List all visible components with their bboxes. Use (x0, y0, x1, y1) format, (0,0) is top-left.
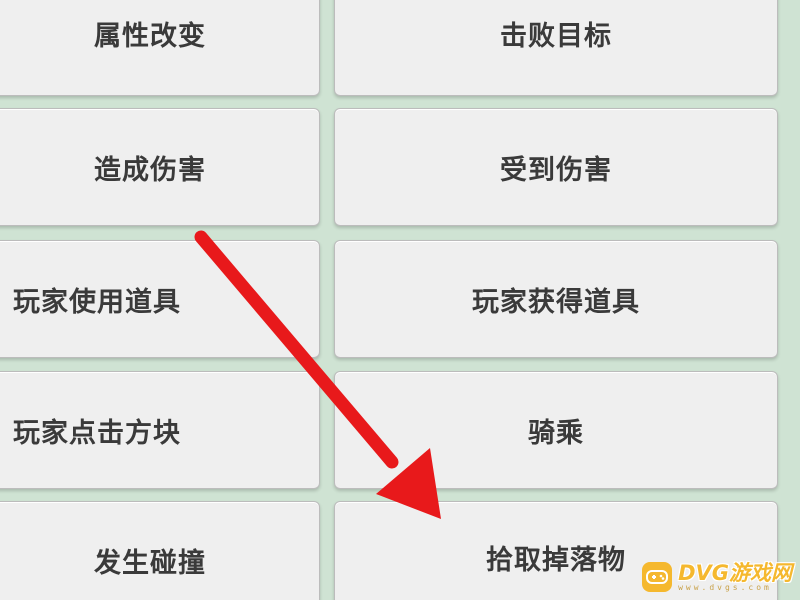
player-click-block-label: 玩家点击方块 (13, 417, 181, 449)
cause-damage-label: 造成伤害 (94, 154, 206, 186)
watermark-subtext: www.dvgs.com (678, 582, 772, 592)
attribute-change-button[interactable]: 属性改变 (0, 0, 320, 96)
cause-damage-button[interactable]: 造成伤害 (0, 108, 320, 226)
attribute-change-label: 属性改变 (94, 20, 206, 52)
take-damage-button[interactable]: 受到伤害 (334, 108, 778, 226)
player-use-item-label: 玩家使用道具 (13, 286, 181, 318)
site-watermark: DVG游戏网 www.dvgs.com (642, 562, 792, 592)
take-damage-label: 受到伤害 (500, 154, 612, 186)
player-get-item-button[interactable]: 玩家获得道具 (334, 240, 778, 358)
collision-occurs-label: 发生碰撞 (94, 547, 206, 579)
event-picker-panel: 属性改变 击败目标 造成伤害 受到伤害 玩家使用道具 玩家获得道具 玩家点击方块… (0, 0, 800, 600)
gamepad-icon (642, 562, 673, 592)
pick-up-drop-label: 拾取掉落物 (486, 544, 626, 576)
player-get-item-label: 玩家获得道具 (472, 286, 640, 318)
watermark-text: DVG游戏网 (678, 560, 792, 585)
collision-occurs-button[interactable]: 发生碰撞 (0, 501, 320, 600)
defeat-target-button[interactable]: 击败目标 (334, 0, 778, 96)
player-use-item-button[interactable]: 玩家使用道具 (0, 240, 320, 358)
player-click-block-button[interactable]: 玩家点击方块 (0, 371, 320, 489)
ride-button[interactable]: 骑乘 (334, 371, 778, 489)
defeat-target-label: 击败目标 (500, 20, 612, 52)
ride-label: 骑乘 (528, 417, 584, 449)
